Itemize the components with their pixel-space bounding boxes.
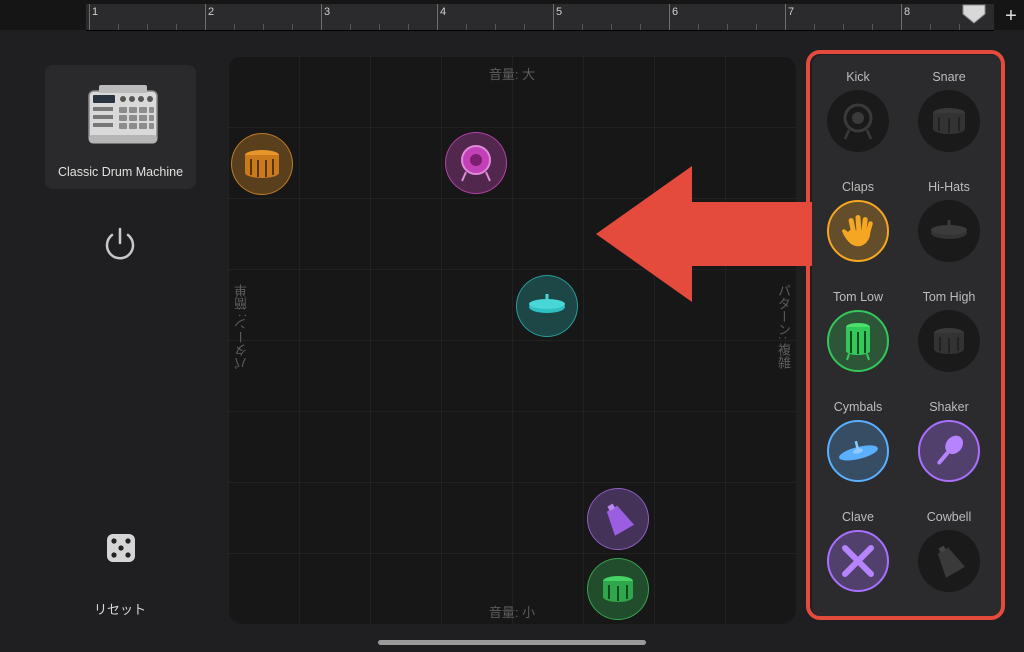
drum-kit-name: Classic Drum Machine <box>57 165 184 179</box>
bar-number: 5 <box>556 6 563 18</box>
bar-number: 6 <box>672 6 679 18</box>
xy-pattern-pad[interactable]: 音量: 大 音量: 小 パターン: 簡単 パターン: 複雑 <box>228 56 796 624</box>
home-indicator[interactable] <box>378 640 646 645</box>
playhead-icon[interactable] <box>962 4 986 24</box>
drum-kit-selector[interactable]: Classic Drum Machine <box>45 65 196 189</box>
pad-label-simple: パターン: 簡単 <box>234 284 249 370</box>
pad-label-soft: 音量: 小 <box>488 605 536 620</box>
timeline-bar: 1 2 3 4 5 6 7 8 + <box>0 0 1024 31</box>
pad-label-loud: 音量: 大 <box>488 67 536 82</box>
power-icon[interactable] <box>101 225 139 263</box>
instrument-panel-highlight <box>806 50 1005 620</box>
bar-number: 7 <box>788 6 795 18</box>
tom-drum-icon <box>603 576 633 602</box>
pad-dot-hihats[interactable] <box>516 275 578 337</box>
snare-drum-icon <box>245 150 279 178</box>
dice-icon[interactable] <box>106 533 136 563</box>
bar-number: 3 <box>324 6 331 18</box>
highlight-arrow-icon <box>596 166 812 302</box>
pad-dot-tom-low[interactable] <box>587 558 649 620</box>
drum-machine-icon <box>88 85 158 144</box>
bar-number: 4 <box>440 6 447 18</box>
reset-button-label[interactable]: リセット <box>70 599 170 618</box>
pad-dot-kick[interactable] <box>445 132 507 194</box>
bar-number: 2 <box>208 6 215 18</box>
pad-dot-cowbell[interactable] <box>587 488 649 550</box>
hihat-icon <box>529 294 565 313</box>
pad-dot-snare[interactable] <box>231 133 293 195</box>
bar-number: 8 <box>904 6 911 18</box>
bar-number: 1 <box>92 6 99 18</box>
kick-drum-icon <box>461 145 491 182</box>
cowbell-icon <box>606 503 635 536</box>
timeline-ruler[interactable]: 1 2 3 4 5 6 7 8 <box>86 4 994 31</box>
add-section-button[interactable]: + <box>1000 4 1022 28</box>
